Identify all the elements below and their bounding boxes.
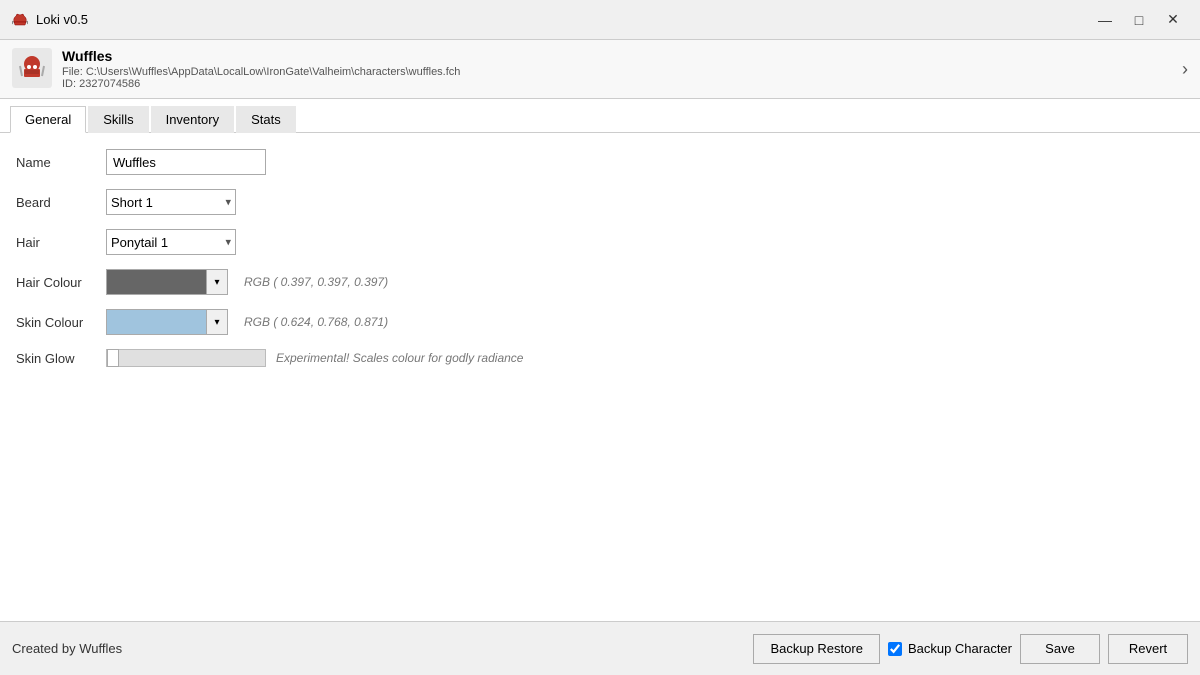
character-file: File: C:\Users\Wuffles\AppData\LocalLow\…	[62, 66, 1172, 78]
tab-skills[interactable]: Skills	[88, 106, 148, 133]
skin-colour-swatch[interactable]	[106, 309, 206, 335]
window-controls: — □ ✕	[1090, 8, 1188, 32]
footer-buttons: Backup Restore Backup Character Save Rev…	[753, 634, 1188, 664]
character-header: Wuffles File: C:\Users\Wuffles\AppData\L…	[0, 40, 1200, 99]
tab-inventory[interactable]: Inventory	[151, 106, 234, 133]
skin-glow-note: Experimental! Scales colour for godly ra…	[276, 351, 523, 365]
backup-char-checkbox[interactable]	[888, 642, 902, 656]
tab-general[interactable]: General	[10, 106, 86, 133]
hair-colour-picker: ▾	[106, 269, 228, 295]
app-title: Loki v0.5	[36, 12, 88, 27]
maximize-button[interactable]: □	[1124, 8, 1154, 32]
hair-colour-dropdown[interactable]: ▾	[206, 269, 228, 295]
skin-colour-row: Skin Colour ▾ RGB ( 0.624, 0.768, 0.871)	[16, 309, 1184, 335]
character-avatar	[12, 48, 52, 88]
name-input[interactable]	[106, 149, 266, 175]
backup-char-label[interactable]: Backup Character	[908, 641, 1012, 656]
main-content: General Skills Inventory Stats Name Bear…	[0, 99, 1200, 621]
glow-slider-wrapper: Experimental! Scales colour for godly ra…	[106, 349, 523, 367]
skin-glow-slider[interactable]	[106, 349, 266, 367]
close-button[interactable]: ✕	[1158, 8, 1188, 32]
skin-glow-row: Skin Glow Experimental! Scales colour fo…	[16, 349, 1184, 367]
save-button[interactable]: Save	[1020, 634, 1100, 664]
hair-select[interactable]: Ponytail 1 Ponytail 2 Short 1 Short 2 Lo…	[106, 229, 236, 255]
skin-colour-picker: ▾	[106, 309, 228, 335]
character-name: Wuffles	[62, 48, 1172, 64]
beard-label: Beard	[16, 195, 106, 210]
hair-row: Hair Ponytail 1 Ponytail 2 Short 1 Short…	[16, 229, 1184, 255]
name-label: Name	[16, 155, 106, 170]
revert-button[interactable]: Revert	[1108, 634, 1188, 664]
hair-colour-swatch[interactable]	[106, 269, 206, 295]
form-area: Name Beard Short 1 Short 2 Long 1 Long 2…	[0, 133, 1200, 621]
beard-select[interactable]: Short 1 Short 2 Long 1 Long 2 None	[106, 189, 236, 215]
skin-colour-dropdown[interactable]: ▾	[206, 309, 228, 335]
character-id: ID: 2327074586	[62, 78, 1172, 90]
hair-colour-label: Hair Colour	[16, 275, 106, 290]
character-info: Wuffles File: C:\Users\Wuffles\AppData\L…	[62, 48, 1172, 90]
skin-colour-rgb: RGB ( 0.624, 0.768, 0.871)	[244, 315, 388, 329]
minimize-button[interactable]: —	[1090, 8, 1120, 32]
hair-select-wrapper: Ponytail 1 Ponytail 2 Short 1 Short 2 Lo…	[106, 229, 236, 255]
app-icon	[12, 12, 28, 28]
footer: Created by Wuffles Backup Restore Backup…	[0, 621, 1200, 675]
skin-colour-label: Skin Colour	[16, 315, 106, 330]
beard-row: Beard Short 1 Short 2 Long 1 Long 2 None	[16, 189, 1184, 215]
hair-label: Hair	[16, 235, 106, 250]
collapse-icon[interactable]: ›	[1182, 59, 1188, 80]
backup-char-wrapper: Backup Character	[888, 641, 1012, 656]
name-row: Name	[16, 149, 1184, 175]
tab-bar: General Skills Inventory Stats	[0, 99, 1200, 133]
beard-select-wrapper: Short 1 Short 2 Long 1 Long 2 None	[106, 189, 236, 215]
skin-glow-label: Skin Glow	[16, 351, 106, 366]
backup-restore-button[interactable]: Backup Restore	[753, 634, 880, 664]
hair-colour-rgb: RGB ( 0.397, 0.397, 0.397)	[244, 275, 388, 289]
title-bar: Loki v0.5 — □ ✕	[0, 0, 1200, 40]
created-by: Created by Wuffles	[12, 641, 122, 656]
title-bar-left: Loki v0.5	[12, 12, 88, 28]
tab-stats[interactable]: Stats	[236, 106, 296, 133]
hair-colour-row: Hair Colour ▾ RGB ( 0.397, 0.397, 0.397)	[16, 269, 1184, 295]
